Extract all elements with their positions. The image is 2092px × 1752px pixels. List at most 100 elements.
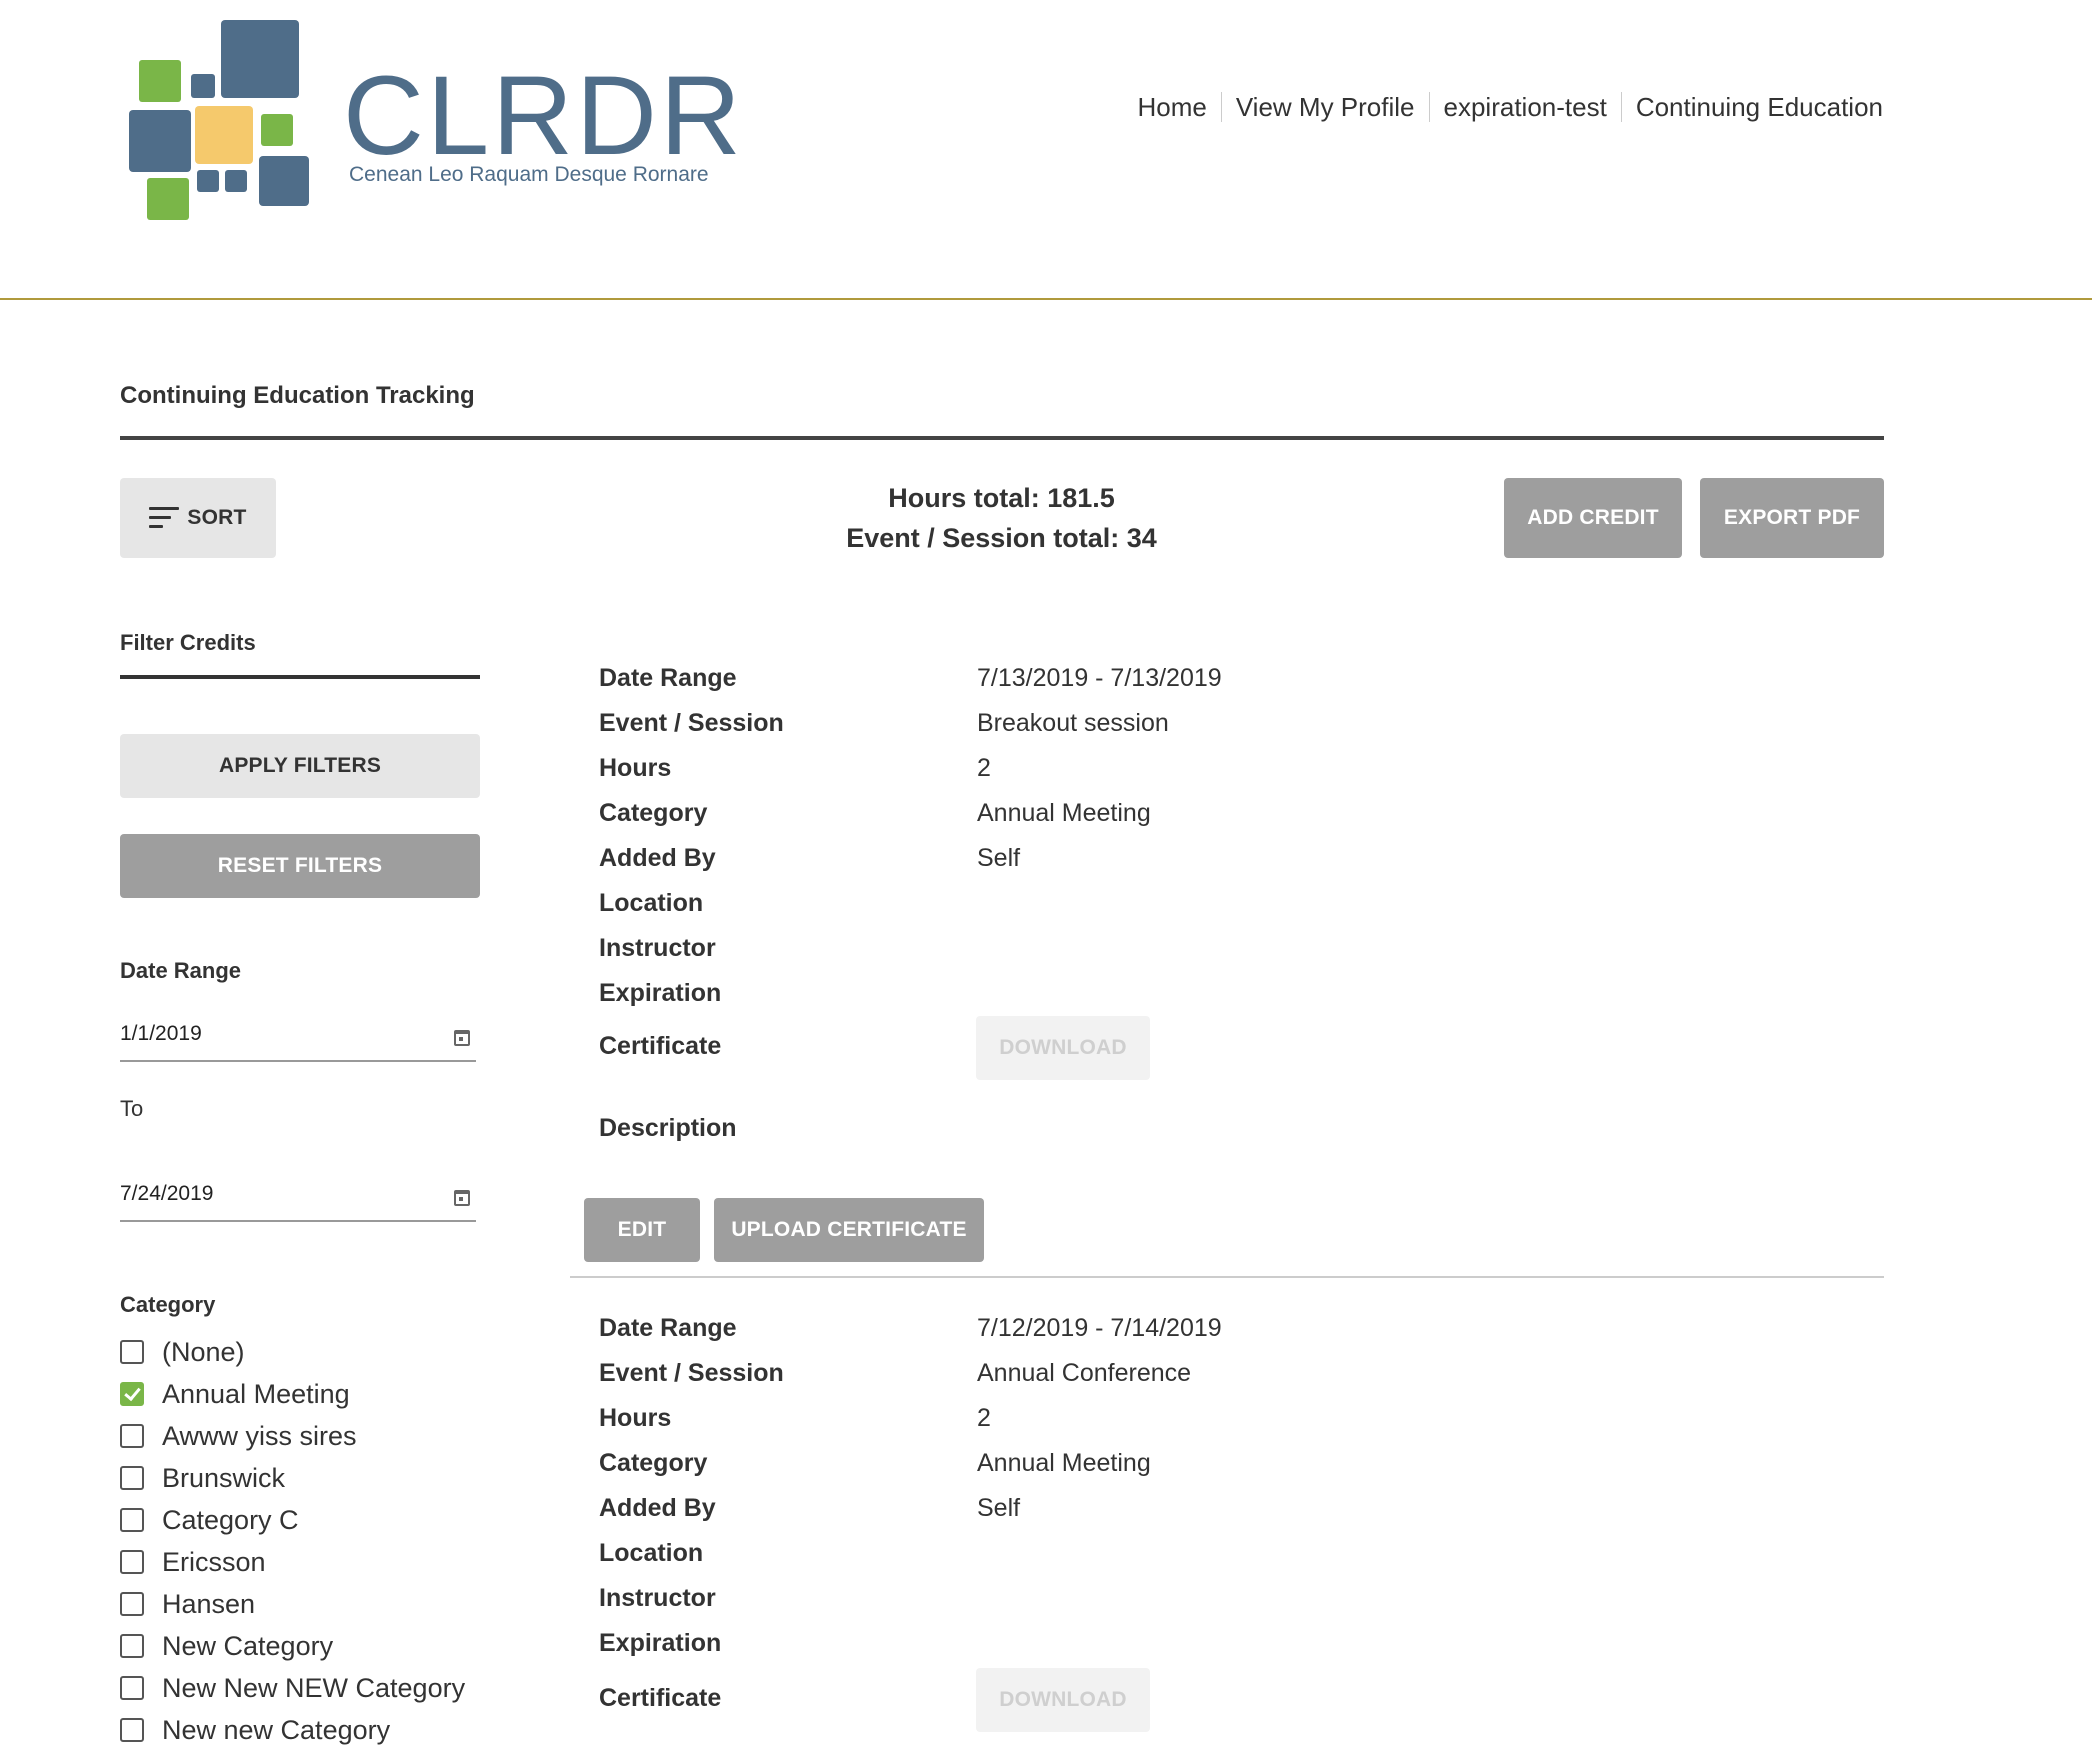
field-label: Event / Session bbox=[599, 1358, 784, 1387]
category-option-hansen[interactable]: Hansen bbox=[120, 1588, 255, 1620]
logo-square bbox=[195, 106, 253, 164]
logo-square bbox=[261, 114, 293, 146]
category-option-ericsson[interactable]: Ericsson bbox=[120, 1546, 266, 1578]
edit-button[interactable]: EDIT bbox=[584, 1198, 700, 1262]
calendar-icon[interactable] bbox=[454, 1190, 470, 1206]
record-row-added-by: Added By Self bbox=[599, 1488, 1020, 1528]
field-label: Added By bbox=[599, 1493, 716, 1522]
logo-square bbox=[225, 170, 247, 192]
field-label: Certificate bbox=[599, 1683, 722, 1712]
field-label: Hours bbox=[599, 1403, 672, 1432]
logo-square bbox=[191, 74, 215, 98]
date-from-input[interactable]: 1/1/2019 bbox=[120, 1012, 476, 1062]
field-label: Location bbox=[599, 1538, 704, 1567]
reset-filters-button[interactable]: RESET FILTERS bbox=[120, 834, 480, 898]
field-label: Description bbox=[599, 1113, 737, 1142]
checkbox[interactable] bbox=[120, 1466, 144, 1490]
category-option-none[interactable]: (None) bbox=[120, 1336, 245, 1368]
add-credit-button[interactable]: ADD CREDIT bbox=[1504, 478, 1682, 558]
field-label: Category bbox=[599, 1448, 708, 1477]
upload-certificate-button[interactable]: UPLOAD CERTIFICATE bbox=[714, 1198, 984, 1262]
field-value: 2 bbox=[977, 753, 991, 782]
record-divider bbox=[570, 1276, 1884, 1278]
field-value: Self bbox=[977, 843, 1021, 872]
category-option-label: Ericsson bbox=[162, 1546, 266, 1577]
filter-divider bbox=[120, 675, 480, 679]
sort-icon bbox=[149, 507, 180, 529]
category-option-annual-meeting[interactable]: Annual Meeting bbox=[120, 1378, 350, 1410]
to-label: To bbox=[120, 1096, 144, 1121]
category-option-new-new-category[interactable]: New new Category bbox=[120, 1714, 390, 1746]
site-header: CLRDR Cenean Leo Raquam Desque Rornare H… bbox=[0, 0, 2092, 300]
field-label: Instructor bbox=[599, 1583, 716, 1612]
record-row-instructor: Instructor bbox=[599, 928, 977, 968]
record-row-date-range: Date Range 7/13/2019 - 7/13/2019 bbox=[599, 658, 1222, 698]
date-to-input[interactable]: 7/24/2019 bbox=[120, 1172, 476, 1222]
field-value: Annual Meeting bbox=[977, 1448, 1151, 1477]
category-option-brunswick[interactable]: Brunswick bbox=[120, 1462, 285, 1494]
record-row-date-range: Date Range 7/12/2019 - 7/14/2019 bbox=[599, 1308, 1222, 1348]
record-row-expiration: Expiration bbox=[599, 1623, 977, 1663]
logo-square bbox=[221, 20, 299, 98]
record-row-expiration: Expiration bbox=[599, 973, 977, 1013]
category-option-awww-yiss-sires[interactable]: Awww yiss sires bbox=[120, 1420, 357, 1452]
field-value: Annual Meeting bbox=[977, 798, 1151, 827]
category-option-label: New Category bbox=[162, 1630, 334, 1661]
logo-tagline: Cenean Leo Raquam Desque Rornare bbox=[349, 163, 709, 186]
checkbox[interactable] bbox=[120, 1718, 144, 1742]
logo-square bbox=[129, 110, 191, 172]
download-certificate-button[interactable]: DOWNLOAD bbox=[976, 1016, 1150, 1080]
field-label: Category bbox=[599, 798, 708, 827]
record-row-location: Location bbox=[599, 883, 977, 923]
record-row-event-session: Event / Session Breakout session bbox=[599, 703, 1169, 743]
checkbox-checked[interactable] bbox=[120, 1382, 144, 1406]
record-row-category: Category Annual Meeting bbox=[599, 1443, 1151, 1483]
credit-record: Date Range 7/12/2019 - 7/14/2019 Event /… bbox=[570, 1308, 1884, 1752]
logo-square bbox=[197, 170, 219, 192]
field-label: Location bbox=[599, 888, 704, 917]
logo-square bbox=[139, 60, 181, 102]
date-range-label: Date Range bbox=[120, 958, 242, 983]
download-certificate-button[interactable]: DOWNLOAD bbox=[976, 1668, 1150, 1732]
checkbox[interactable] bbox=[120, 1634, 144, 1658]
field-label: Date Range bbox=[599, 663, 737, 692]
category-option-label: Annual Meeting bbox=[162, 1378, 350, 1409]
record-row-hours: Hours 2 bbox=[599, 1398, 991, 1438]
export-pdf-button[interactable]: EXPORT PDF bbox=[1700, 478, 1884, 558]
checkbox[interactable] bbox=[120, 1550, 144, 1574]
main-nav: Home View My Profile expiration-test Con… bbox=[1123, 92, 1883, 122]
credit-record: Date Range 7/13/2019 - 7/13/2019 Event /… bbox=[570, 658, 1884, 1278]
apply-filters-button[interactable]: APPLY FILTERS bbox=[120, 734, 480, 798]
checkbox[interactable] bbox=[120, 1676, 144, 1700]
category-option-label: Brunswick bbox=[162, 1462, 286, 1493]
checkbox[interactable] bbox=[120, 1508, 144, 1532]
category-option-label: Awww yiss sires bbox=[162, 1420, 357, 1451]
calendar-icon[interactable] bbox=[454, 1030, 470, 1046]
record-row-hours: Hours 2 bbox=[599, 748, 991, 788]
nav-continuing-education[interactable]: Continuing Education bbox=[1622, 92, 1883, 122]
category-option-category-c[interactable]: Category C bbox=[120, 1504, 299, 1536]
category-option-label: Category C bbox=[162, 1504, 299, 1535]
checkbox[interactable] bbox=[120, 1424, 144, 1448]
title-divider bbox=[120, 436, 1884, 440]
record-row-location: Location bbox=[599, 1533, 977, 1573]
field-label: Expiration bbox=[599, 978, 722, 1007]
field-label: Date Range bbox=[599, 1313, 737, 1342]
site-logo[interactable]: CLRDR Cenean Leo Raquam Desque Rornare bbox=[125, 18, 741, 228]
field-value: 2 bbox=[977, 1403, 991, 1432]
nav-view-my-profile[interactable]: View My Profile bbox=[1222, 92, 1429, 122]
category-option-new-category[interactable]: New Category bbox=[120, 1630, 333, 1662]
field-label: Expiration bbox=[599, 1628, 722, 1657]
record-row-description: Description bbox=[599, 1108, 977, 1148]
nav-expiration-test[interactable]: expiration-test bbox=[1430, 92, 1621, 122]
checkbox[interactable] bbox=[120, 1592, 144, 1616]
record-row-added-by: Added By Self bbox=[599, 838, 1020, 878]
category-option-new-new-new-category[interactable]: New New NEW Category bbox=[120, 1672, 465, 1704]
category-option-label: Hansen bbox=[162, 1588, 256, 1619]
sort-button[interactable]: SORT bbox=[120, 478, 276, 558]
category-filter-label: Category bbox=[120, 1292, 216, 1317]
checkbox[interactable] bbox=[120, 1340, 144, 1364]
date-to-value: 7/24/2019 bbox=[120, 1182, 214, 1205]
nav-home[interactable]: Home bbox=[1123, 92, 1220, 122]
field-label: Certificate bbox=[599, 1031, 722, 1060]
